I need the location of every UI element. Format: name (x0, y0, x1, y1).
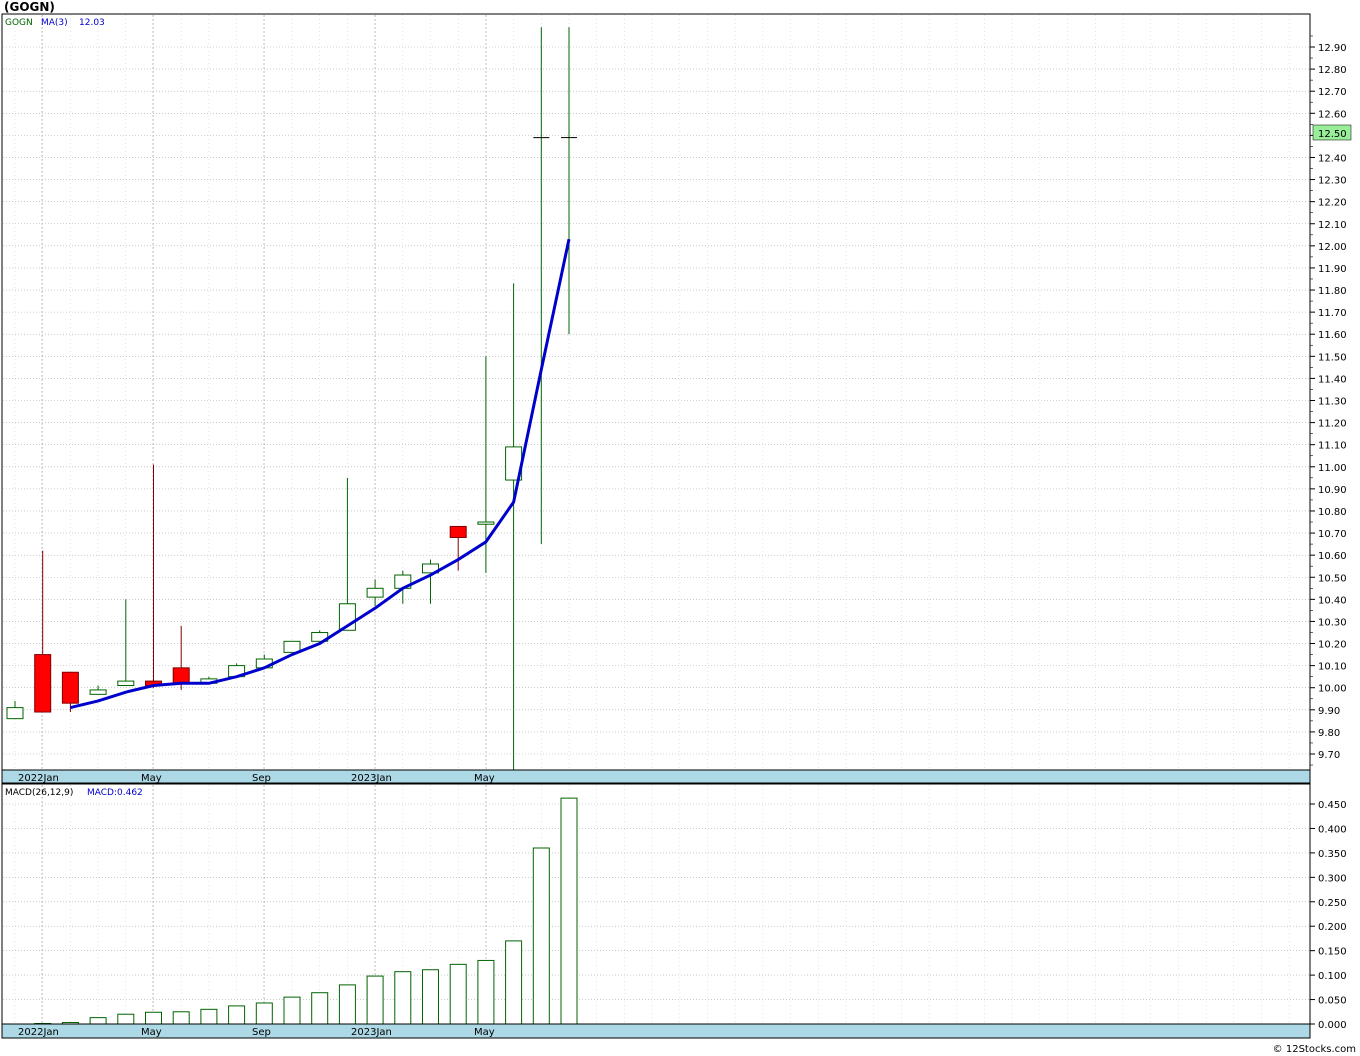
candle-body (449, 525, 467, 538)
price-tick-label: 12.00 (1318, 242, 1347, 253)
footer-credit: © 12Stocks.com (1272, 1044, 1356, 1055)
candle-body (477, 521, 495, 525)
macd-bar (477, 959, 495, 1025)
price-tick-label: 12.60 (1318, 109, 1347, 120)
candle-body (283, 640, 301, 653)
chart-canvas: 9.70 9.80 9.90 10.00 10.10 10.20 10.30 10.40 10.… (1, 13, 1352, 1039)
macd-bar (311, 992, 329, 1025)
price-date-label: 2023Jan (351, 773, 392, 784)
price-tick-label: 11.10 (1318, 441, 1347, 452)
candle-body (34, 654, 52, 713)
candle-body (89, 689, 107, 695)
macd-bar (422, 969, 439, 1025)
price-tick-label: 11.00 (1318, 463, 1347, 474)
price-tick-label: 10.80 (1318, 507, 1347, 518)
macd-tick-label: 0.150 (1318, 947, 1347, 958)
macd-date-label: 2022Jan (18, 1027, 59, 1038)
price-tick-label: 10.10 (1318, 662, 1347, 673)
price-tick-label: 12.30 (1318, 176, 1347, 187)
price-tick-label: 10.50 (1318, 573, 1347, 584)
macd-date-label: 2023Jan (351, 1027, 392, 1038)
price-tick-label: 12.40 (1318, 153, 1347, 164)
macd-date-label: May (474, 1027, 495, 1038)
price-panel-frame (1, 13, 1311, 771)
candle-body (61, 671, 79, 704)
price-date-label: May (141, 773, 162, 784)
macd-tick-label: 0.350 (1318, 849, 1347, 860)
candle-body (366, 587, 384, 598)
macd-tick-label: 0.400 (1318, 824, 1347, 835)
price-tick-label: 9.90 (1318, 706, 1340, 717)
macd-tick-label: 0.000 (1318, 1020, 1347, 1031)
price-date-bar (1, 769, 1311, 784)
price-tick-label: 10.60 (1318, 551, 1347, 562)
macd-bar (172, 1011, 190, 1025)
price-tick-label: 12.80 (1318, 65, 1347, 76)
price-tick-label: 9.70 (1318, 750, 1340, 761)
macd-bar (394, 971, 412, 1025)
price-tick-label: 9.80 (1318, 728, 1340, 739)
price-tick-label: 11.80 (1318, 286, 1347, 297)
price-tick-label: 11.50 (1318, 352, 1347, 363)
macd-bar (283, 996, 301, 1025)
price-tick-label: 10.70 (1318, 529, 1347, 540)
macd-bar (145, 1011, 162, 1025)
macd-legend-name: MACD(26,12,9) (5, 788, 73, 798)
candle-body (6, 707, 24, 720)
macd-tick-label: 0.450 (1318, 800, 1347, 811)
price-tick-label: 10.90 (1318, 485, 1347, 496)
macd-bar (200, 1008, 218, 1025)
price-date-label: 2022Jan (18, 773, 59, 784)
price-tick-label: 10.00 (1318, 684, 1347, 695)
price-date-label: May (474, 773, 495, 784)
macd-bar (449, 963, 467, 1025)
macd-tick-label: 0.200 (1318, 922, 1347, 933)
macd-tick-label: 0.050 (1318, 996, 1347, 1007)
price-tick-label: 11.70 (1318, 308, 1347, 319)
macd-axis: 0.000 0.050 0.100 0.150 0.200 0.250 0.300 0.350… (1310, 800, 1347, 1031)
price-tick-label: 12.90 (1318, 43, 1347, 54)
macd-legend-value: MACD:0.462 (87, 788, 143, 798)
price-axis: 9.70 9.80 9.90 10.00 10.10 10.20 10.30 10.40 10.… (1310, 35, 1347, 766)
price-date-label: Sep (252, 773, 271, 784)
macd-bar (532, 847, 550, 1025)
macd-bar (366, 975, 384, 1025)
macd-bar (255, 1002, 273, 1025)
price-tick-label: 12.10 (1318, 220, 1347, 231)
price-tick-label: 11.60 (1318, 330, 1347, 341)
price-tick-label: 11.90 (1318, 264, 1347, 275)
legend-symbol: GOGN (5, 18, 33, 28)
last-price-label: 12.50 (1318, 129, 1347, 140)
macd-bar (117, 1013, 135, 1025)
price-tick-label: 11.20 (1318, 419, 1347, 430)
macd-tick-label: 0.300 (1318, 873, 1347, 884)
price-tick-label: 11.30 (1318, 397, 1347, 408)
macd-date-label: Sep (252, 1027, 271, 1038)
macd-bar (228, 1005, 246, 1025)
macd-tick-label: 0.100 (1318, 971, 1347, 982)
legend-ma: MA(3) (41, 18, 68, 28)
candle-body (172, 667, 190, 684)
macd-bar (89, 1017, 107, 1025)
price-tick-label: 10.40 (1318, 595, 1347, 606)
candle-body (117, 680, 135, 687)
macd-bar (560, 797, 578, 1025)
macd-panel-frame (1, 783, 1311, 1025)
price-tick-label: 10.20 (1318, 640, 1347, 651)
price-tick-label: 10.30 (1318, 617, 1347, 628)
macd-bar (338, 984, 356, 1025)
macd-tick-label: 0.250 (1318, 898, 1347, 909)
macd-date-bar (1, 1023, 1311, 1039)
price-tick-label: 12.70 (1318, 87, 1347, 98)
price-tick-label: 12.20 (1318, 198, 1347, 209)
legend-ma-value: 12.03 (79, 18, 105, 28)
macd-bar (505, 940, 523, 1025)
macd-date-label: May (141, 1027, 162, 1038)
price-tick-label: 11.40 (1318, 374, 1347, 385)
